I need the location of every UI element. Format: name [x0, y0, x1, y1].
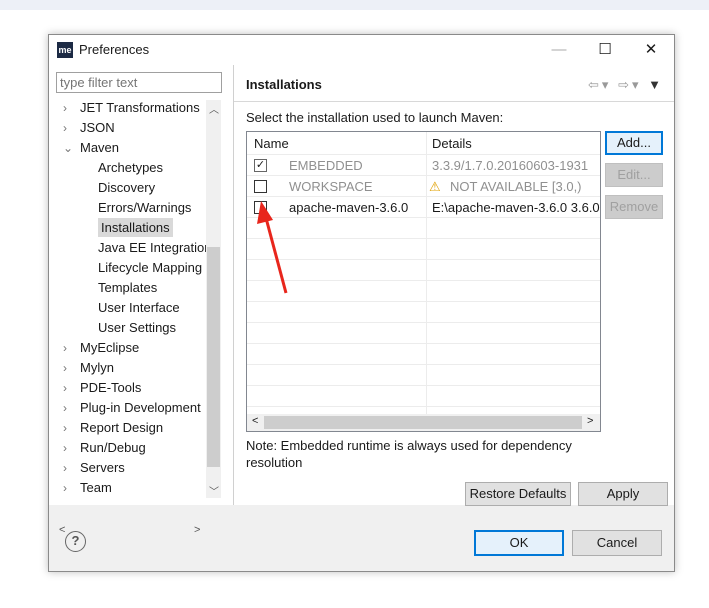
red-arrow-annotation [257, 201, 288, 294]
